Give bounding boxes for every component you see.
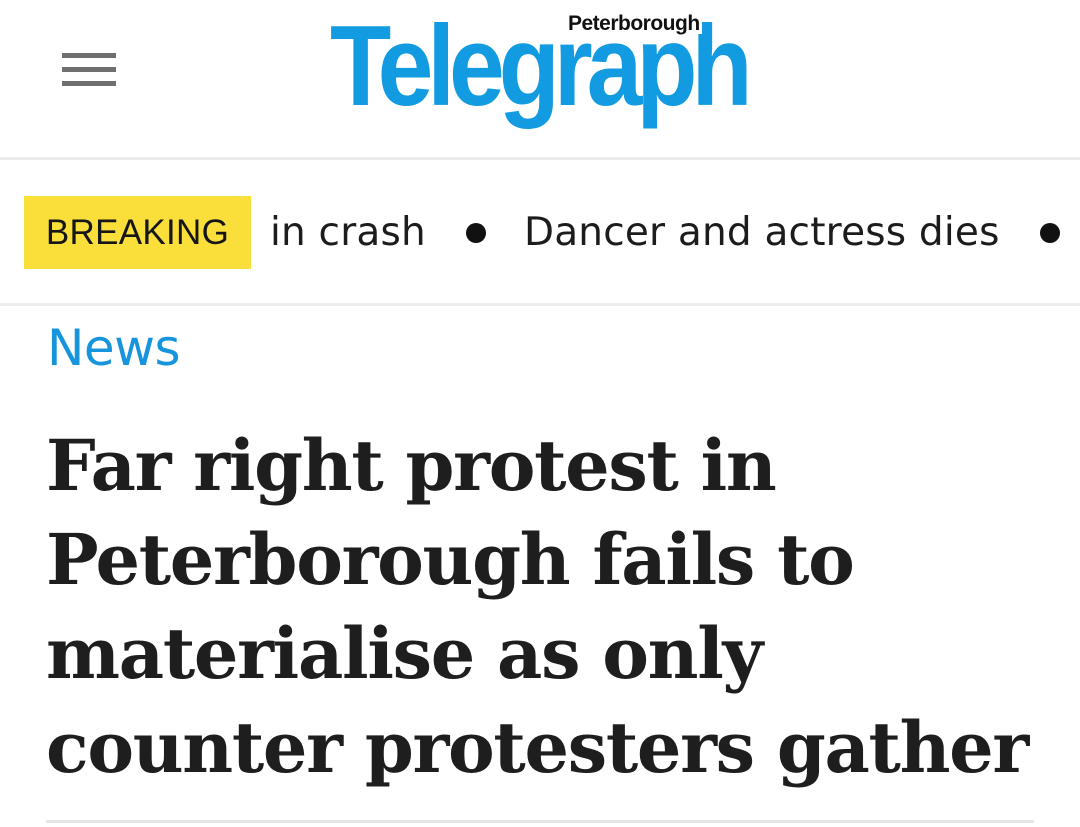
ticker-separator-dot bbox=[1039, 222, 1060, 243]
ticker-item[interactable]: in crash bbox=[270, 196, 426, 269]
ticker-separator-dot bbox=[465, 222, 486, 243]
site-header: Telegraph Peterborough bbox=[0, 0, 1080, 160]
menu-bar-bottom bbox=[62, 81, 116, 86]
hamburger-menu-icon[interactable] bbox=[58, 48, 122, 92]
divider bbox=[46, 820, 1034, 823]
menu-bar-middle bbox=[62, 67, 116, 72]
ticker-item[interactable]: Dancer and actress dies bbox=[524, 196, 1000, 269]
logo-subtitle: Peterborough bbox=[566, 12, 702, 35]
ticker-track: in crash Dancer and actress dies bbox=[270, 196, 1080, 269]
breaking-badge: BREAKING bbox=[24, 196, 251, 269]
menu-bar-top bbox=[62, 53, 116, 58]
section-link-news[interactable]: News bbox=[47, 318, 181, 378]
breaking-news-ticker: BREAKING in crash Dancer and actress die… bbox=[0, 160, 1080, 306]
article-headline: Far right protest in Peterborough fails … bbox=[46, 424, 1029, 789]
site-logo[interactable]: Telegraph Peterborough bbox=[330, 10, 760, 128]
